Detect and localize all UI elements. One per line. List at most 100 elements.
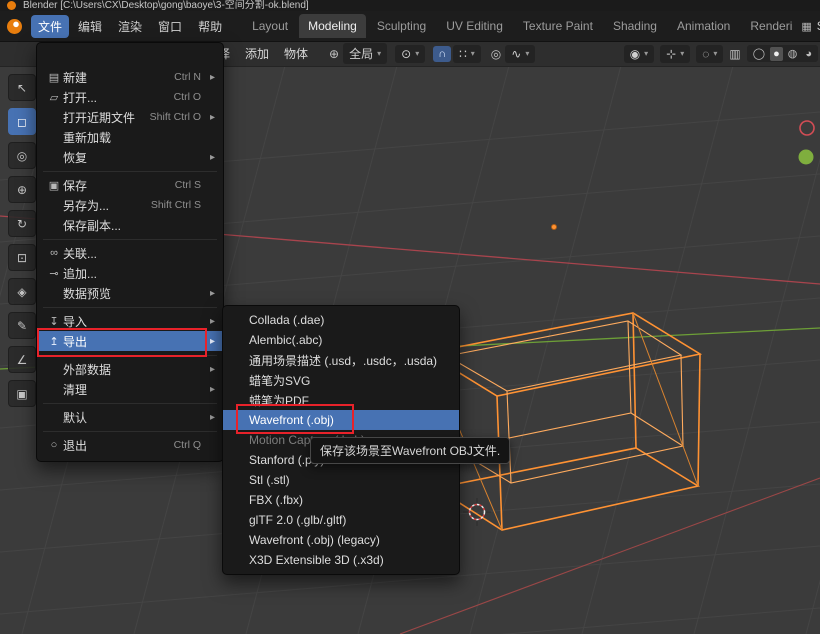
submenu-item-stl[interactable]: Stl (.stl) [223,470,459,490]
menu-item-recover[interactable]: 恢复▸ [37,147,223,167]
transform-icon: ◈ [17,285,26,299]
tab-rendering[interactable]: Renderi [741,14,801,38]
submenu-item-grease-pencil-svg[interactable]: 蜡笔为SVG [223,370,459,390]
menu-item-open-shortcut: Ctrl O [174,91,201,103]
object-menu[interactable]: 物体 [284,45,308,62]
submenu-item-collada[interactable]: Collada (.dae) [223,310,459,330]
shading-rendered-icon[interactable]: ◕ [802,47,815,61]
add-menu[interactable]: 添加 [245,45,269,62]
window-title: Blender [C:\Users\CX\Desktop\gong\baoye\… [23,0,309,11]
menu-item-revert[interactable]: 重新加载 [37,127,223,147]
snap-target-dropdown[interactable]: ∷ ▾ [453,45,481,63]
menu-item-open-recent[interactable]: 打开近期文件Shift Ctrl O▸ [37,107,223,127]
snap-toggle[interactable]: ∩ [433,46,451,62]
menubar: 文件编辑渲染窗口帮助 LayoutModelingSculptingUV Edi… [0,11,820,42]
open-folder-icon: ▱ [45,91,63,104]
menu-item-quit-label: 退出 [63,437,164,454]
shading-material-icon[interactable]: ◍ [785,46,801,61]
scene-selector[interactable]: ▦ Sce [801,19,820,33]
snap-grid-icon: ∷ [459,47,467,61]
file-menu: ▤新建Ctrl N▸▱打开...Ctrl O打开近期文件Shift Ctrl O… [36,42,224,462]
paperclip-icon: ⊸ [45,267,63,280]
scale-tool[interactable]: ⊡ [8,244,36,271]
shading-solid-icon[interactable]: ● [770,47,783,61]
submenu-item-wavefront-obj[interactable]: Wavefront (.obj) [223,410,459,430]
chevron-down-icon: ▾ [713,49,717,58]
submenu-item-fbx[interactable]: FBX (.fbx) [223,490,459,510]
pivot-point-dropdown[interactable]: ⊙ ▾ [395,45,425,63]
nav-gizmo[interactable] [799,121,815,165]
cursor-icon: ◎ [17,149,27,163]
menu-item-new[interactable]: ▤新建Ctrl N▸ [37,67,223,87]
submenu-item-x3d[interactable]: X3D Extensible 3D (.x3d) [223,550,459,570]
menu-edit[interactable]: 编辑 [71,15,109,38]
menu-item-import[interactable]: ↧导入▸ [37,311,223,331]
tab-shading[interactable]: Shading [604,14,666,38]
menu-item-quit[interactable]: ○退出Ctrl Q [37,435,223,455]
gizmo-dropdown[interactable]: ⊹ ▾ [660,45,690,63]
submenu-item-wavefront-obj-label: Wavefront (.obj) [249,413,334,427]
menu-item-export[interactable]: ↥导出▸ [37,331,223,351]
menu-separator [43,307,217,308]
rotate-tool[interactable]: ↻ [8,210,36,237]
magnet-icon: ∩ [438,48,446,60]
menu-item-new-shortcut: Ctrl N [174,71,201,83]
menu-item-save-as[interactable]: 另存为...Shift Ctrl S [37,195,223,215]
select-box-tool[interactable]: ◻ [8,108,36,135]
submenu-item-usd-label: 通用场景描述 (.usd，.usdc，.usda) [249,352,437,369]
chevron-down-icon: ▾ [525,49,529,58]
submenu-item-grease-pencil-pdf[interactable]: 蜡笔为PDF [223,390,459,410]
menu-item-save[interactable]: ▣保存Ctrl S [37,175,223,195]
tab-sculpting[interactable]: Sculpting [368,14,435,38]
submenu-item-grease-pencil-svg-label: 蜡笔为SVG [249,372,310,389]
transform-tool[interactable]: ◈ [8,278,36,305]
menu-item-external-data[interactable]: 外部数据▸ [37,359,223,379]
transform-orientation-dropdown[interactable]: 全局 ▾ [343,43,387,64]
menu-file[interactable]: 文件 [31,15,69,38]
menu-help[interactable]: 帮助 [191,15,229,38]
annotate-tool[interactable]: ✎ [8,312,36,339]
visibility-dropdown[interactable]: ◉ ▾ [624,45,655,63]
falloff-dropdown[interactable]: ∿ ▾ [505,45,535,63]
move-tool[interactable]: ⊕ [8,176,36,203]
tweak-tool[interactable]: ↖ [8,74,36,101]
proportional-edit-icon[interactable]: ◎ [491,47,501,61]
app-root: ↖ ◻ ◎ ⊕ ↻ ⊡ ◈ ✎ ∠ ▣ Blender [C:\Users\CX\Desktop\… [0,0,820,634]
tab-layout[interactable]: Layout [243,14,297,38]
submenu-item-wavefront-legacy[interactable]: Wavefront (.obj) (legacy) [223,530,459,550]
submenu-item-fbx-label: FBX (.fbx) [249,493,303,507]
menu-item-data-preview[interactable]: 数据预览▸ [37,283,223,303]
menu-item-save-copy[interactable]: 保存副本... [37,215,223,235]
menu-item-revert-label: 重新加载 [63,129,201,146]
xray-toggle-icon[interactable]: ▥ [729,47,740,61]
tab-uv-editing[interactable]: UV Editing [437,14,512,38]
menu-item-cleanup[interactable]: 清理▸ [37,379,223,399]
select-box-icon: ◻ [17,115,27,129]
overlays-dropdown[interactable]: ◌ ▾ [696,45,723,63]
measure-tool[interactable]: ∠ [8,346,36,373]
submenu-item-alembic[interactable]: Alembic(.abc) [223,330,459,350]
menu-window[interactable]: 窗口 [151,15,189,38]
menu-item-link[interactable]: ∞关联... [37,243,223,263]
menu-item-open[interactable]: ▱打开...Ctrl O [37,87,223,107]
submenu-item-stl-label: Stl (.stl) [249,473,290,487]
submenu-item-gltf[interactable]: glTF 2.0 (.glb/.gltf) [223,510,459,530]
tab-modeling[interactable]: Modeling [299,14,366,38]
menu-item-save-shortcut: Ctrl S [175,179,201,191]
submenu-item-x3d-label: X3D Extensible 3D (.x3d) [249,553,384,567]
menu-item-data-preview-label: 数据预览 [63,285,201,302]
menu-item-append[interactable]: ⊸追加... [37,263,223,283]
menu-item-defaults[interactable]: 默认▸ [37,407,223,427]
add-cube-tool[interactable]: ▣ [8,380,36,407]
menu-render[interactable]: 渲染 [111,15,149,38]
blender-logo-icon[interactable] [7,19,22,34]
cursor-tool[interactable]: ◎ [8,142,36,169]
menu-item-defaults-label: 默认 [63,409,201,426]
submenu-item-collada-label: Collada (.dae) [249,313,324,327]
gizmo-icon: ⊹ [666,47,676,61]
submenu-item-usd[interactable]: 通用场景描述 (.usd，.usdc，.usda) [223,350,459,370]
tab-animation[interactable]: Animation [668,14,739,38]
tab-texture-paint[interactable]: Texture Paint [514,14,602,38]
shading-wireframe-icon[interactable]: ◯ [750,46,768,61]
save-icon: ▣ [45,179,63,192]
